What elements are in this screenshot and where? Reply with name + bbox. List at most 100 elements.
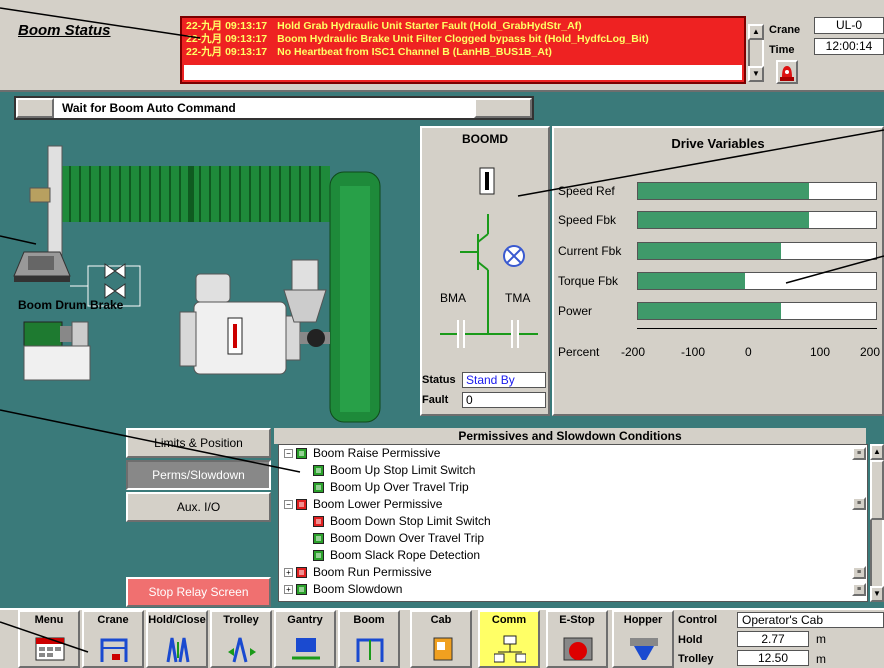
alarm-list[interactable]: 22-九月 09:13:17 Hold Grab Hydraulic Unit S… — [180, 16, 746, 84]
permissive-row[interactable]: Boom Slack Rope Detection — [300, 547, 480, 564]
alarm-row[interactable]: 22-九月 09:13:17 No Heartbeat from ISC1 Cha… — [186, 46, 740, 59]
nav-crane-button[interactable]: Crane — [82, 610, 144, 668]
alarm-text: Boom Hydraulic Brake Unit Filter Clogged… — [277, 33, 649, 45]
permissive-row[interactable]: Boom Up Stop Limit Switch — [300, 462, 475, 479]
alarm-time: 22-九月 09:13:17 — [186, 20, 268, 32]
nav-boom-button[interactable]: Boom — [338, 610, 400, 668]
drive-variable-fill — [638, 273, 746, 289]
percent-tick-label: -100 — [681, 345, 706, 359]
nav-menu-button[interactable]: Menu — [18, 610, 80, 668]
scroll-thumb[interactable] — [870, 460, 884, 520]
limits-position-button[interactable]: Limits & Position — [126, 428, 271, 458]
boomd-title: BOOMD — [462, 132, 508, 146]
collapse-icon[interactable]: − — [284, 500, 293, 510]
trolley-label: Trolley — [678, 653, 714, 665]
brake-label: Boom Drum Brake — [18, 298, 124, 312]
perms-slowdown-button[interactable]: Perms/Slowdown — [126, 460, 271, 490]
permissive-row[interactable]: + Boom Slowdown — [284, 581, 402, 598]
nav-button-label: Menu — [34, 614, 64, 626]
permissive-label: Boom Lower Permissive — [313, 497, 443, 511]
percent-axis — [637, 328, 877, 334]
nav-button-label: Comm — [491, 614, 527, 626]
nav-hold-close-button[interactable]: Hold/Close — [146, 610, 208, 668]
nav-hopper-button[interactable]: Hopper — [612, 610, 674, 668]
time-value: 12:00:14 — [814, 38, 884, 55]
stop-relay-screen-button[interactable]: Stop Relay Screen — [126, 577, 271, 607]
scroll-down-icon[interactable]: ▼ — [748, 66, 764, 82]
permissive-row[interactable]: − Boom Lower Permissive — [284, 496, 442, 513]
nav-button-label: E-Stop — [559, 614, 595, 626]
permissives-scrollbar[interactable]: ▲ ▼ — [870, 444, 884, 602]
permissive-row[interactable]: − Boom Raise Permissive — [284, 445, 440, 462]
expand-icon[interactable]: + — [284, 568, 293, 578]
nav-comm-button[interactable]: Comm — [478, 610, 540, 668]
nav-button-label: Gantry — [287, 614, 323, 626]
nav-cab-button[interactable]: Cab — [410, 610, 472, 668]
nav-gantry-button[interactable]: Gantry — [274, 610, 336, 668]
comm-icon — [494, 635, 526, 663]
scroll-down-icon[interactable]: ▼ — [870, 586, 884, 602]
nav-trolley-button[interactable]: Trolley — [210, 610, 272, 668]
permissive-row[interactable]: Boom Up Over Travel Trip — [300, 479, 469, 496]
boom-icon — [356, 638, 384, 662]
status-ok-icon — [296, 584, 307, 596]
status-ok-icon — [313, 550, 324, 562]
collapse-icon[interactable]: − — [284, 449, 293, 459]
drive-variable-bar — [637, 211, 877, 229]
status-message: Wait for Boom Auto Command — [62, 101, 236, 115]
status-ok-icon — [296, 448, 307, 460]
drive-variable-bar — [637, 182, 877, 200]
drive-variable-label: Speed Ref — [558, 184, 615, 198]
percent-label: Percent — [558, 345, 600, 359]
aux-io-button[interactable]: Aux. I/O — [126, 492, 271, 522]
detail-button[interactable]: ≡ — [852, 566, 866, 579]
detail-button[interactable]: ≡ — [852, 497, 866, 510]
nav-button-label: Hopper — [623, 614, 663, 626]
permissive-row[interactable]: Boom Down Stop Limit Switch — [300, 513, 491, 530]
alarm-reset-button[interactable] — [776, 60, 798, 84]
scroll-up-icon[interactable]: ▲ — [748, 24, 764, 40]
scroll-up-icon[interactable]: ▲ — [870, 444, 884, 460]
drive-variable-label: Current Fbk — [558, 244, 622, 258]
drive-variable-bar — [637, 272, 877, 290]
detail-button[interactable]: ≡ — [852, 583, 866, 596]
drive-variable-label: Torque Fbk — [558, 274, 619, 288]
hold-close-icon — [166, 637, 190, 663]
permissive-label: Boom Slack Rope Detection — [330, 548, 481, 562]
detail-button[interactable]: ≡ — [852, 447, 866, 460]
trolley-icon — [228, 637, 256, 663]
status-ok-icon — [313, 533, 324, 545]
crane-label: Crane — [769, 24, 801, 36]
boomd-status-label: Status — [422, 374, 456, 386]
drive-variables-panel — [552, 126, 884, 416]
drive-variable-fill — [638, 243, 781, 259]
alarm-row[interactable]: 22-九月 09:13:17 Boom Hydraulic Brake Unit … — [186, 33, 740, 46]
control-value: Operator's Cab — [737, 612, 884, 628]
drive-variable-label: Power — [558, 304, 593, 318]
e-stop-icon — [563, 637, 593, 661]
boomd-fault-label: Fault — [422, 394, 449, 406]
permissive-row[interactable]: + Boom Run Permissive — [284, 564, 432, 581]
status-ok-icon — [313, 482, 324, 494]
alarm-row[interactable]: 22-九月 09:13:17 Hold Grab Hydraulic Unit S… — [186, 20, 740, 33]
drive-title: Drive Variables — [671, 136, 765, 151]
nav-button-label: Cab — [430, 614, 452, 626]
siren-icon — [780, 66, 794, 81]
hopper-icon — [630, 638, 658, 660]
nav-e-stop-button[interactable]: E-Stop — [546, 610, 608, 668]
tma-label: TMA — [505, 291, 531, 305]
alarm-scrollbar[interactable]: ▲ ▼ — [748, 24, 764, 82]
expand-icon[interactable]: + — [284, 585, 293, 595]
boomd-fault-value: 0 — [462, 392, 546, 408]
status-fault-icon — [296, 567, 307, 579]
thermometer-icon — [479, 167, 495, 195]
percent-tick-label: -200 — [621, 345, 646, 359]
cab-icon — [433, 637, 453, 661]
crane-value: UL-0 — [814, 17, 884, 34]
permissive-row[interactable]: Boom Down Over Travel Trip — [300, 530, 484, 547]
page-title: Boom Status — [18, 22, 111, 39]
permissive-label: Boom Down Over Travel Trip — [330, 531, 485, 545]
nav-button-label: Hold/Close — [148, 614, 206, 626]
drive-variable-fill — [638, 303, 781, 319]
alarm-time: 22-九月 09:13:17 — [186, 46, 268, 58]
